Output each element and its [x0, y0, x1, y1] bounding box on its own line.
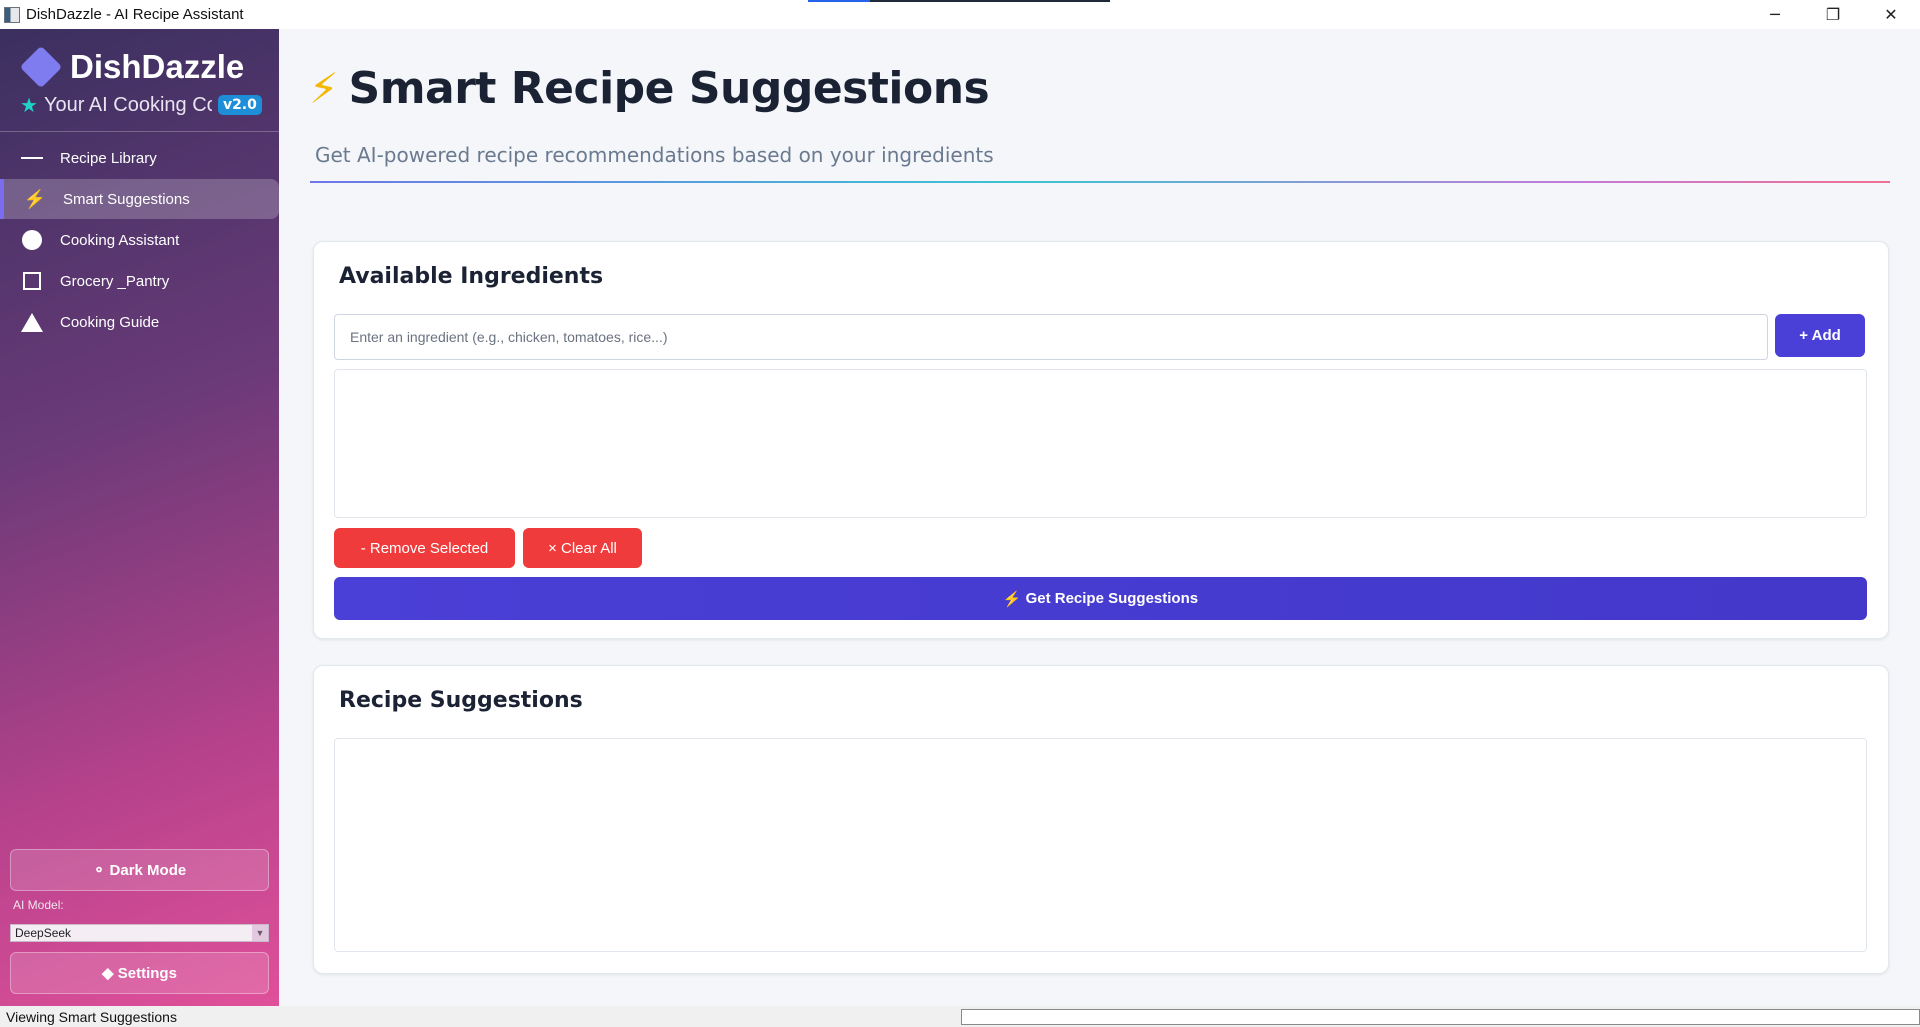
settings-button[interactable]: ◆ Settings: [10, 952, 269, 994]
ingredient-input[interactable]: [334, 314, 1768, 360]
sidebar-item-smart-suggestions[interactable]: ⚡ Smart Suggestions: [0, 179, 279, 219]
page-title: ⚡ Smart Recipe Suggestions: [309, 63, 990, 114]
ingredients-card: Available Ingredients + Add - Remove Sel…: [313, 241, 1889, 639]
window-controls: ─ ❐ ✕: [1746, 0, 1920, 29]
recipe-suggestions-output[interactable]: [334, 738, 1867, 952]
sidebar-item-label: Cooking Guide: [60, 313, 160, 331]
get-suggestions-label: Get Recipe Suggestions: [1025, 590, 1199, 607]
square-icon: [21, 270, 43, 292]
chevron-down-icon[interactable]: ▼: [252, 925, 268, 941]
triangle-icon: [21, 311, 43, 333]
add-ingredient-button[interactable]: + Add: [1775, 314, 1865, 357]
ai-model-value: DeepSeek: [15, 926, 72, 940]
page-title-text: Smart Recipe Suggestions: [348, 63, 990, 114]
maximize-button[interactable]: ❐: [1804, 0, 1862, 29]
recipe-suggestions-card: Recipe Suggestions: [313, 665, 1889, 974]
version-badge: v2.0: [217, 95, 262, 115]
sidebar-nav: Recipe Library ⚡ Smart Suggestions Cooki…: [0, 138, 279, 342]
sidebar-item-label: Cooking Assistant: [60, 231, 180, 249]
dark-mode-button[interactable]: ⚬ Dark Mode: [10, 849, 269, 891]
ai-model-select[interactable]: DeepSeek ▼: [10, 924, 269, 942]
sidebar: DishDazzle ★ Your AI Cooking Companion v…: [0, 29, 279, 1006]
sidebar-item-recipe-library[interactable]: Recipe Library: [0, 138, 279, 178]
recipe-suggestions-heading: Recipe Suggestions: [339, 688, 583, 713]
brand-name: DishDazzle: [70, 48, 245, 85]
menu-icon: [21, 147, 43, 169]
window-title: DishDazzle - AI Recipe Assistant: [26, 6, 244, 23]
close-button[interactable]: ✕: [1862, 0, 1920, 29]
status-message: Viewing Smart Suggestions: [6, 1008, 177, 1025]
page-subtitle: Get AI-powered recipe recommendations ba…: [315, 143, 994, 167]
ai-model-label: AI Model:: [13, 898, 64, 912]
sidebar-item-label: Recipe Library: [60, 149, 157, 167]
brand: DishDazzle: [0, 45, 279, 89]
remove-selected-button[interactable]: - Remove Selected: [334, 528, 515, 568]
circle-icon: [21, 229, 43, 251]
lightning-icon: ⚡: [1002, 590, 1022, 608]
ingredients-heading: Available Ingredients: [339, 264, 604, 289]
get-recipe-suggestions-button[interactable]: ⚡ Get Recipe Suggestions: [334, 577, 1867, 620]
ingredient-list[interactable]: [334, 369, 1867, 518]
lightning-icon: ⚡: [309, 64, 339, 113]
app-icon: [4, 6, 20, 23]
lightning-icon: ⚡: [23, 188, 47, 209]
sidebar-item-grocery-pantry[interactable]: Grocery _Pantry: [0, 261, 279, 301]
titlebar-progress-indicator: [808, 0, 1110, 2]
sidebar-item-cooking-guide[interactable]: Cooking Guide: [0, 302, 279, 342]
window-titlebar: DishDazzle - AI Recipe Assistant ─ ❐ ✕: [0, 0, 1920, 29]
sidebar-divider: [0, 131, 279, 132]
diamond-logo-icon: [19, 45, 63, 89]
status-bar: Viewing Smart Suggestions: [0, 1006, 1920, 1027]
star-icon: ★: [20, 93, 38, 117]
status-progress-bar: [961, 1009, 1920, 1025]
main-content: ⚡ Smart Recipe Suggestions Get AI-powere…: [279, 29, 1920, 1006]
sidebar-item-cooking-assistant[interactable]: Cooking Assistant: [0, 220, 279, 260]
sidebar-item-label: Grocery _Pantry: [60, 272, 170, 290]
sidebar-item-label: Smart Suggestions: [63, 190, 190, 208]
title-divider: [310, 181, 1890, 183]
tagline-text: Your AI Cooking Companion: [43, 93, 212, 116]
tagline: ★ Your AI Cooking Companion v2.0: [0, 91, 279, 119]
minimize-button[interactable]: ─: [1746, 0, 1804, 29]
clear-all-button[interactable]: × Clear All: [523, 528, 642, 568]
